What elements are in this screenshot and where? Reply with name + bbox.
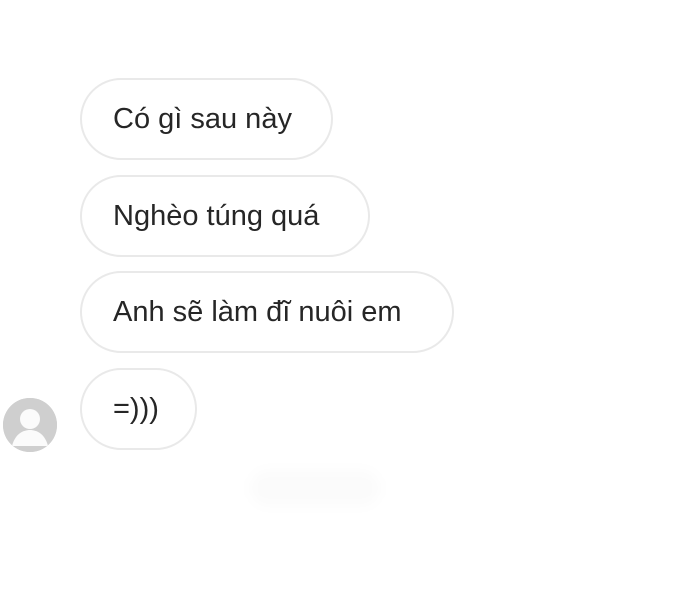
message-text: Có gì sau này bbox=[113, 102, 292, 135]
message-text: =))) bbox=[113, 392, 159, 425]
message-text: Anh sẽ làm đĩ nuôi em bbox=[113, 295, 402, 328]
message-bubble[interactable]: Nghèo túng quá bbox=[80, 175, 370, 257]
message-bubble[interactable]: Anh sẽ làm đĩ nuôi em bbox=[80, 271, 454, 353]
avatar[interactable] bbox=[3, 398, 57, 452]
message-bubble[interactable]: =))) bbox=[80, 368, 197, 450]
default-user-icon bbox=[3, 398, 57, 452]
message-bubble[interactable]: Có gì sau này bbox=[80, 78, 333, 160]
background-smudge bbox=[250, 470, 380, 506]
chat-thread: Có gì sau này Nghèo túng quá Anh sẽ làm … bbox=[0, 0, 688, 600]
message-text: Nghèo túng quá bbox=[113, 199, 320, 232]
